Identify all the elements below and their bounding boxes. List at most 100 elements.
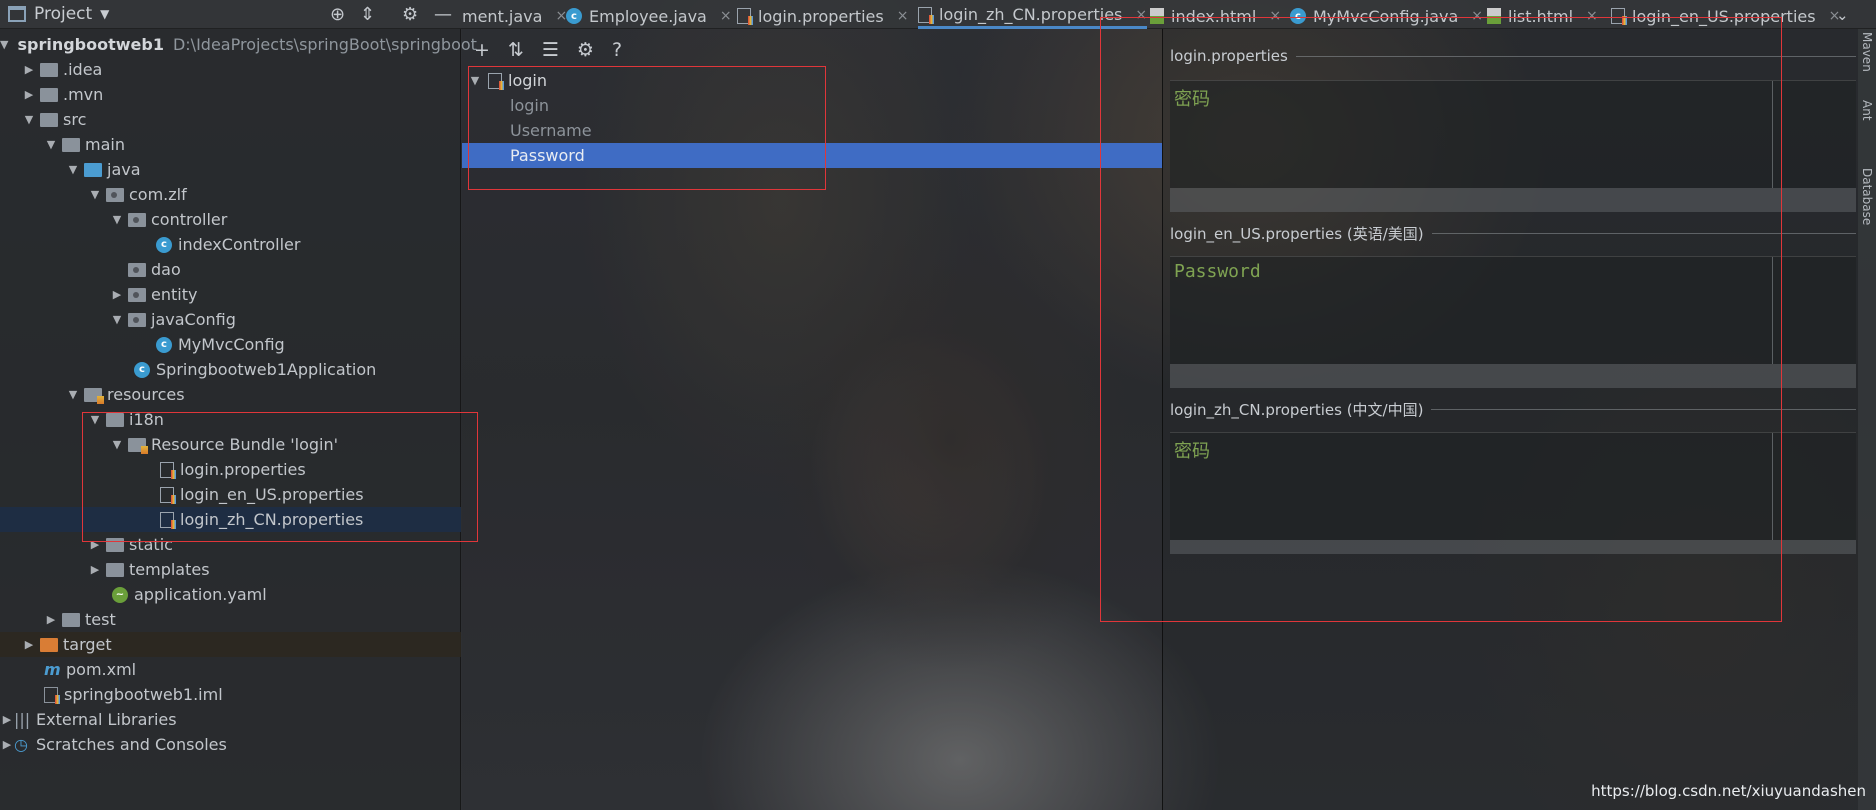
expand-arrow-icon[interactable]: ▶ xyxy=(22,63,36,76)
tree-label: application.yaml xyxy=(134,585,267,604)
expand-arrow-icon[interactable]: ▶ xyxy=(22,638,36,651)
tree-label: controller xyxy=(151,210,228,229)
help-icon[interactable]: ? xyxy=(612,39,622,61)
tab-login-properties[interactable]: login.properties × xyxy=(737,3,908,29)
minimize-icon[interactable]: — xyxy=(434,4,452,25)
bundle-editor-toolbar: + ⇅ ☰ ⚙ ? xyxy=(462,35,762,65)
tree-label: springbootweb1.iml xyxy=(64,685,223,704)
close-icon[interactable]: × xyxy=(720,8,732,24)
tree-label: Scratches and Consoles xyxy=(36,735,227,754)
expand-arrow-icon[interactable]: ▶ xyxy=(44,613,58,626)
expand-arrow-icon[interactable]: ▼ xyxy=(66,388,80,401)
collapse-all-icon[interactable]: ⇕ xyxy=(360,4,375,25)
group-icon[interactable]: ☰ xyxy=(542,39,559,61)
project-view-selector[interactable]: Project ▼ xyxy=(8,4,109,24)
folder-icon xyxy=(40,62,58,77)
folder-icon xyxy=(106,562,124,577)
package-icon xyxy=(128,287,146,302)
add-icon[interactable]: + xyxy=(474,39,490,61)
tree-label: External Libraries xyxy=(36,710,177,729)
tree-label: indexController xyxy=(178,235,301,254)
tree-item-src[interactable]: ▼ src xyxy=(0,107,461,132)
tree-label: main xyxy=(85,135,125,154)
right-tool-strip xyxy=(1858,29,1876,810)
properties-icon xyxy=(918,6,934,24)
expand-arrow-icon[interactable]: ▶ xyxy=(88,563,102,576)
chevron-down-icon: ▼ xyxy=(100,7,110,21)
properties-icon xyxy=(737,8,753,25)
tree-item-main[interactable]: ▼ main xyxy=(0,132,461,157)
tree-item-mvn[interactable]: ▶ .mvn xyxy=(0,82,461,107)
tree-item-application-yaml[interactable]: ~ application.yaml xyxy=(0,582,461,607)
ant-tool-button[interactable]: Ant xyxy=(1860,100,1874,121)
annotation-box-keys xyxy=(468,66,826,190)
tree-item-mymvcconfig[interactable]: c MyMvcConfig xyxy=(0,332,461,357)
close-icon[interactable]: × xyxy=(897,8,909,24)
tree-item-pom-xml[interactable]: m pom.xml xyxy=(0,657,461,682)
chevron-down-icon[interactable]: ⌄ xyxy=(1836,6,1849,24)
tree-item-springbootweb1application[interactable]: c Springbootweb1Application xyxy=(0,357,461,382)
tree-item-target[interactable]: ▶ target xyxy=(0,632,461,657)
yaml-icon: ~ xyxy=(112,586,128,603)
class-icon: c xyxy=(156,336,172,353)
watermark: https://blog.csdn.net/xiuyuandashen xyxy=(1591,782,1866,800)
expand-arrow-icon[interactable]: ▼ xyxy=(110,313,124,326)
tree-item-javaconfig[interactable]: ▼ javaConfig xyxy=(0,307,461,332)
annotation-box-values xyxy=(1100,17,1782,622)
tree-item-com-zlf[interactable]: ▼ com.zlf xyxy=(0,182,461,207)
annotation-box-files xyxy=(82,412,478,542)
tree-label: .mvn xyxy=(63,85,104,104)
resources-folder-icon xyxy=(84,387,104,404)
package-icon xyxy=(106,187,124,202)
tree-item-external-libraries[interactable]: ▶ ||| External Libraries xyxy=(0,707,461,732)
tree-item-idea[interactable]: ▶ .idea xyxy=(0,57,461,82)
folder-icon xyxy=(62,612,80,627)
tree-item-java[interactable]: ▼ java xyxy=(0,157,461,182)
source-folder-icon xyxy=(84,162,102,177)
tree-label: test xyxy=(85,610,116,629)
database-tool-button[interactable]: Database xyxy=(1860,168,1874,225)
tree-label: src xyxy=(63,110,87,129)
class-icon: c xyxy=(156,236,172,253)
root-name: springbootweb1 xyxy=(17,35,164,54)
scratches-icon: ◷ xyxy=(14,735,28,754)
tab-label: Employee.java xyxy=(589,6,707,26)
gear-icon[interactable]: ⚙ xyxy=(402,4,418,25)
tree-item-scratches[interactable]: ▶ ◷ Scratches and Consoles xyxy=(0,732,461,757)
tree-item-test[interactable]: ▶ test xyxy=(0,607,461,632)
expand-arrow-icon[interactable]: ▶ xyxy=(0,738,14,751)
tab-employee-java[interactable]: c Employee.java × xyxy=(566,3,732,29)
expand-arrow-icon[interactable]: ▶ xyxy=(0,713,14,726)
maven-tool-button[interactable]: Maven xyxy=(1860,32,1874,72)
folder-icon xyxy=(62,137,80,152)
tree-item-resources[interactable]: ▼ resources xyxy=(0,382,461,407)
root-path: D:\IdeaProjects\springBoot\springboot xyxy=(172,35,477,54)
tree-item-iml[interactable]: springbootweb1.iml xyxy=(0,682,461,707)
package-icon xyxy=(128,262,146,277)
tree-label: templates xyxy=(129,560,210,579)
tree-label: resources xyxy=(107,385,185,404)
gear-icon[interactable]: ⚙ xyxy=(577,39,594,61)
tree-label: pom.xml xyxy=(66,660,137,679)
expand-arrow-icon[interactable]: ▼ xyxy=(66,163,80,176)
tree-item-templates[interactable]: ▶ templates xyxy=(0,557,461,582)
library-icon: ||| xyxy=(14,710,31,729)
spring-class-icon: c xyxy=(134,361,150,378)
tab-ment-java[interactable]: ment.java × xyxy=(462,3,567,29)
expand-arrow-icon[interactable]: ▶ xyxy=(110,288,124,301)
expand-arrow-icon[interactable]: ▼ xyxy=(44,138,58,151)
tree-item-entity[interactable]: ▶ entity xyxy=(0,282,461,307)
locate-icon[interactable]: ⊕ xyxy=(330,4,345,25)
tree-item-dao[interactable]: dao xyxy=(0,257,461,282)
tab-label: login_zh_CN.properties xyxy=(939,5,1123,24)
tree-root[interactable]: ▼ springbootweb1 D:\IdeaProjects\springB… xyxy=(0,32,477,57)
expand-arrow-icon[interactable]: ▶ xyxy=(22,88,36,101)
tree-item-controller[interactable]: ▼ controller xyxy=(0,207,461,232)
sort-icon[interactable]: ⇅ xyxy=(508,39,524,61)
expand-arrow-icon[interactable]: ▼ xyxy=(88,188,102,201)
tree-label: javaConfig xyxy=(151,310,236,329)
tree-item-indexcontroller[interactable]: c indexController xyxy=(0,232,461,257)
expand-arrow-icon[interactable]: ▼ xyxy=(0,38,8,51)
expand-arrow-icon[interactable]: ▼ xyxy=(22,113,36,126)
expand-arrow-icon[interactable]: ▼ xyxy=(110,213,124,226)
